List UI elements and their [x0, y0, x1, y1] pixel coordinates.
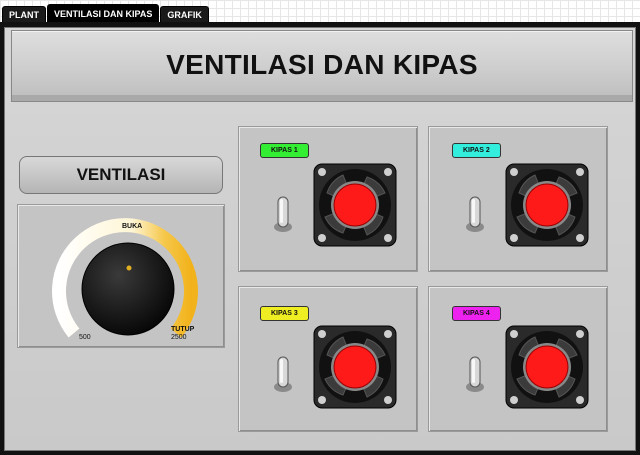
main-panel: VENTILASI DAN KIPAS VENTILASI BUKA TUTUP…: [4, 27, 636, 451]
tab-ventilasi-dan-kipas[interactable]: VENTILASI DAN KIPAS: [47, 4, 160, 22]
fan-3-switch[interactable]: [273, 353, 293, 393]
fan-2-switch[interactable]: [465, 193, 485, 233]
fan-3-icon[interactable]: [313, 325, 397, 409]
page-title: VENTILASI DAN KIPAS: [166, 49, 478, 80]
knob-scale-max: 2500: [171, 334, 187, 341]
fan-label-3: KIPAS 3: [260, 306, 309, 321]
fan-1-icon[interactable]: [313, 163, 397, 247]
tab-plant[interactable]: PLANT: [2, 6, 46, 22]
ventilasi-knob-panel: BUKA TUTUP 500 2500: [17, 204, 225, 348]
fan-4-icon[interactable]: [505, 325, 589, 409]
tab-bar: PLANT VENTILASI DAN KIPAS GRAFIK: [2, 4, 210, 23]
knob-body: [81, 242, 175, 336]
ventilasi-title-box: VENTILASI: [19, 156, 223, 194]
fan-label-1: KIPAS 1: [260, 143, 309, 158]
knob-label-buka: BUKA: [122, 223, 143, 230]
header-banner: VENTILASI DAN KIPAS: [11, 30, 633, 102]
fan-label-4: KIPAS 4: [452, 306, 501, 321]
tab-grafik[interactable]: GRAFIK: [160, 6, 209, 22]
fan-4-switch[interactable]: [465, 353, 485, 393]
tab-content-frame: VENTILASI DAN KIPAS VENTILASI BUKA TUTUP…: [0, 22, 640, 455]
knob-label-tutup: TUTUP: [171, 326, 195, 333]
fan-2-icon[interactable]: [505, 163, 589, 247]
fan-1-switch[interactable]: [273, 193, 293, 233]
knob-scale-min: 500: [79, 334, 91, 341]
fan-label-2: KIPAS 2: [452, 143, 501, 158]
ventilasi-title: VENTILASI: [76, 165, 166, 184]
knob-indicator: [126, 265, 132, 271]
